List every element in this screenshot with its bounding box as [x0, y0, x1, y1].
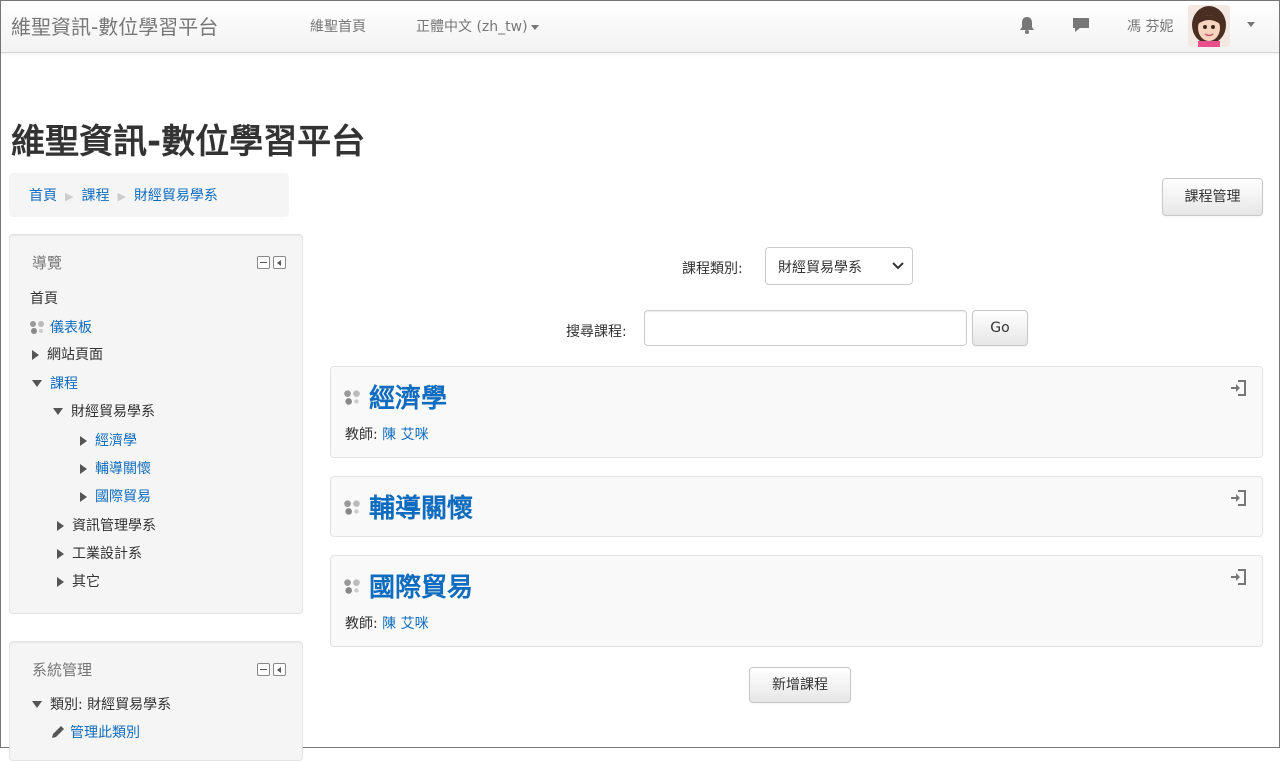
- top-navbar: 維聖資訊-數位學習平台 維聖首頁 正體中文 (zh_tw) 馮 芬妮: [1, 1, 1279, 53]
- home-link[interactable]: 維聖首頁: [310, 16, 366, 36]
- nav-item-info-mgmt-dept[interactable]: 資訊管理學系: [57, 515, 156, 535]
- nav-item-site-pages[interactable]: 網站頁面: [32, 344, 103, 364]
- admin-item-category[interactable]: 類別: 財經貿易學系: [32, 694, 171, 714]
- category-select-value: 財經貿易學系: [778, 260, 862, 276]
- course-teacher: 教師: 陳 艾咪: [345, 424, 429, 444]
- dock-block-icon[interactable]: [273, 256, 286, 269]
- avatar[interactable]: [1188, 5, 1230, 47]
- nav-item-courses[interactable]: 課程: [32, 373, 78, 393]
- nav-item-course-economics-label: 經濟學: [95, 433, 137, 449]
- chevron-down-icon: [892, 262, 904, 270]
- bell-icon[interactable]: [1018, 15, 1036, 39]
- expand-icon: [80, 492, 87, 502]
- expand-icon: [57, 577, 64, 587]
- nav-item-finance-dept[interactable]: 財經貿易學系: [53, 401, 155, 421]
- navigation-block: 導覽 首頁 儀表板 網站頁面 課程 財經貿易學系 經濟學 輔導關懷 國際貿易 資…: [9, 234, 303, 614]
- nav-item-other[interactable]: 其它: [57, 571, 100, 591]
- nav-item-course-trade-label: 國際貿易: [95, 489, 151, 505]
- breadcrumb-separator-icon: ▶: [65, 190, 74, 203]
- chevron-down-icon: [530, 24, 539, 30]
- teacher-label: 教師:: [345, 616, 378, 632]
- course-title-link[interactable]: 國際貿易: [369, 567, 473, 604]
- course-management-button[interactable]: 課程管理: [1162, 178, 1263, 216]
- admin-item-manage-category-label: 管理此類別: [70, 725, 140, 741]
- nav-item-courses-label: 課程: [50, 376, 78, 392]
- administration-block: 系統管理 類別: 財經貿易學系 管理此類別: [9, 641, 303, 761]
- nav-item-course-counseling[interactable]: 輔導關懷: [80, 458, 151, 478]
- navigation-block-title: 導覽: [32, 254, 63, 272]
- collapse-icon: [32, 701, 42, 708]
- teacher-link[interactable]: 陳 艾咪: [382, 427, 428, 443]
- admin-item-manage-category[interactable]: 管理此類別: [50, 722, 140, 742]
- nav-item-course-economics[interactable]: 經濟學: [80, 430, 137, 450]
- course-box: 國際貿易 教師: 陳 艾咪: [330, 555, 1263, 647]
- expand-icon: [80, 436, 87, 446]
- course-title-link[interactable]: 輔導關懷: [369, 488, 473, 525]
- expand-icon: [32, 350, 39, 360]
- site-brand[interactable]: 維聖資訊-數位學習平台: [11, 11, 218, 40]
- nav-item-industrial-design-dept-label: 工業設計系: [72, 546, 142, 562]
- breadcrumb-courses[interactable]: 課程: [81, 188, 109, 204]
- nav-item-home[interactable]: 首頁: [30, 288, 58, 308]
- block-controls: [257, 256, 286, 269]
- self-enrol-icon[interactable]: [1229, 489, 1247, 507]
- breadcrumb: 首頁 ▶ 課程 ▶ 財經貿易學系: [9, 173, 289, 217]
- language-label: 正體中文 (zh_tw): [416, 19, 528, 35]
- teacher-label: 教師:: [345, 427, 378, 443]
- course-teacher: 教師: 陳 艾咪: [345, 613, 429, 633]
- pencil-icon: [52, 726, 64, 738]
- page-title: 維聖資訊-數位學習平台: [11, 122, 366, 162]
- nav-item-info-mgmt-dept-label: 資訊管理學系: [72, 518, 156, 534]
- breadcrumb-separator-icon: ▶: [117, 190, 126, 203]
- nav-item-site-pages-label: 網站頁面: [47, 347, 103, 363]
- language-menu[interactable]: 正體中文 (zh_tw): [416, 16, 539, 36]
- breadcrumb-category[interactable]: 財經貿易學系: [134, 188, 218, 204]
- nav-item-dashboard[interactable]: 儀表板: [28, 317, 92, 337]
- chat-icon[interactable]: [1071, 16, 1091, 38]
- breadcrumb-home[interactable]: 首頁: [29, 188, 57, 204]
- admin-item-category-label: 類別: 財經貿易學系: [50, 697, 172, 713]
- collapse-icon: [53, 408, 63, 415]
- nav-item-industrial-design-dept[interactable]: 工業設計系: [57, 543, 142, 563]
- block-controls: [257, 663, 286, 676]
- nav-item-finance-dept-label: 財經貿易學系: [71, 404, 155, 420]
- user-menu-chevron-icon[interactable]: [1247, 22, 1255, 27]
- teacher-link[interactable]: 陳 艾咪: [382, 616, 428, 632]
- search-courses-input[interactable]: [644, 310, 967, 346]
- user-name[interactable]: 馮 芬妮: [1127, 16, 1173, 36]
- collapse-icon: [32, 380, 42, 387]
- category-select[interactable]: 財經貿易學系: [765, 247, 913, 285]
- course-icon: [344, 500, 360, 515]
- collapse-block-icon[interactable]: [257, 256, 270, 269]
- administration-block-title: 系統管理: [32, 661, 93, 679]
- expand-icon: [57, 521, 64, 531]
- course-box: 輔導關懷: [330, 476, 1263, 537]
- expand-icon: [57, 549, 64, 559]
- go-button[interactable]: Go: [972, 310, 1028, 346]
- search-courses-label: 搜尋課程:: [566, 324, 627, 340]
- course-title-link[interactable]: 經濟學: [369, 378, 447, 415]
- dashboard-icon: [30, 321, 44, 334]
- add-course-button[interactable]: 新增課程: [749, 667, 851, 703]
- self-enrol-icon[interactable]: [1229, 379, 1247, 397]
- collapse-block-icon[interactable]: [257, 663, 270, 676]
- expand-icon: [80, 464, 87, 474]
- category-label: 課程類別:: [682, 261, 743, 277]
- nav-item-course-trade[interactable]: 國際貿易: [80, 486, 151, 506]
- dock-block-icon[interactable]: [273, 663, 286, 676]
- course-icon: [344, 390, 360, 405]
- self-enrol-icon[interactable]: [1229, 568, 1247, 586]
- course-box: 經濟學 教師: 陳 艾咪: [330, 366, 1263, 458]
- nav-item-other-label: 其它: [72, 574, 100, 590]
- course-icon: [344, 579, 360, 594]
- nav-item-course-counseling-label: 輔導關懷: [95, 461, 151, 477]
- nav-item-dashboard-label: 儀表板: [50, 320, 92, 336]
